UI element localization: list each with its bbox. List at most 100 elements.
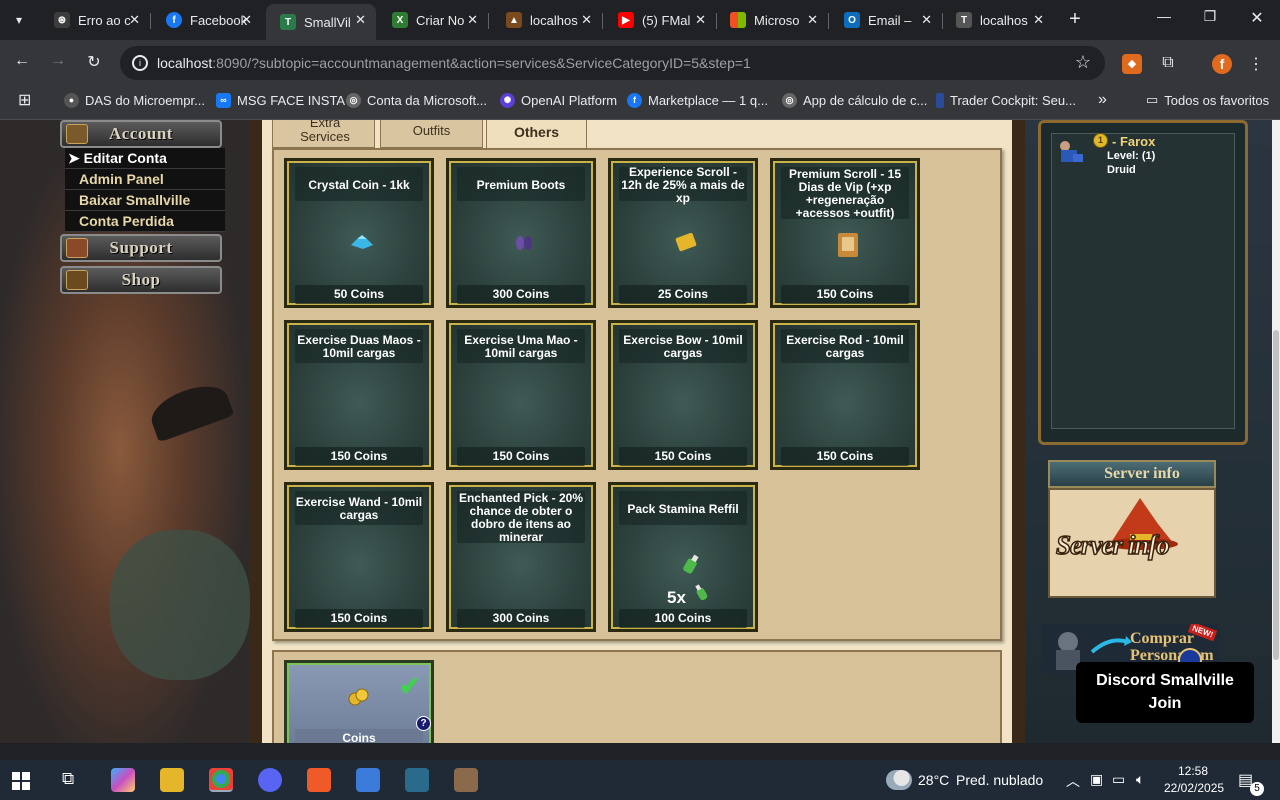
bookmark-label: Conta da Microsoft... [367, 92, 487, 108]
minimize-button[interactable]: — [1149, 8, 1179, 24]
weather-description[interactable]: Pred. nublado [956, 772, 1043, 788]
browser-tab-active[interactable]: T SmallVil ✕ [266, 4, 376, 40]
shop-items-panel: Crystal Coin - 1kk 50 Coins Premium Boot… [272, 148, 1002, 641]
discord-taskbar-icon[interactable] [258, 768, 282, 792]
close-tab-icon[interactable]: ✕ [467, 12, 478, 28]
browser-tab[interactable]: ⊛ Erro ao c ✕ [40, 4, 151, 36]
bookmark-item[interactable]: Trader Cockpit: Seu... [936, 92, 1076, 108]
tab-extra-services[interactable]: Extra Services [272, 120, 375, 148]
extensions-puzzle-icon[interactable]: ⧉ [1158, 54, 1178, 74]
menu-item-admin-panel[interactable]: Admin Panel [65, 169, 225, 190]
item-price: 25 Coins [619, 285, 747, 304]
item-price: 150 Coins [781, 285, 909, 304]
bookmark-item[interactable]: ✺ OpenAI Platform [500, 92, 617, 108]
character-name[interactable]: - Farox [1112, 134, 1155, 149]
windows-start-icon[interactable] [12, 772, 30, 790]
shop-item-card[interactable]: Exercise Duas Maos - 10mil cargas 150 Co… [284, 320, 434, 470]
file-explorer-icon[interactable] [160, 768, 184, 792]
network-icon[interactable]: ▭ [1112, 771, 1125, 788]
shop-item-card[interactable]: Enchanted Pick - 20% chance de obter o d… [446, 482, 596, 632]
server-info-box[interactable]: Server info Server info [1044, 458, 1218, 608]
close-tab-icon[interactable]: ✕ [921, 12, 932, 28]
item-name: Exercise Rod - 10mil cargas [781, 329, 909, 363]
profile-avatar[interactable]: f [1212, 54, 1232, 74]
bookmark-item[interactable]: ◎ App de cálculo de c... [782, 92, 927, 108]
browser-tab[interactable]: X Criar No ✕ [378, 4, 489, 36]
apps-grid-icon[interactable]: ⊞ [18, 92, 31, 109]
show-hidden-icons-chevron-icon[interactable]: ︿ [1066, 771, 1080, 791]
bookmark-item[interactable]: ● DAS do Microempr... [64, 92, 205, 108]
bookmark-label: MSG FACE INSTA [237, 92, 346, 108]
browser-tab[interactable]: Microso ✕ [716, 4, 829, 36]
boots-icon [516, 236, 532, 250]
forward-button[interactable]: → [47, 52, 69, 70]
game-client-icon[interactable] [454, 768, 478, 792]
back-button[interactable]: ← [11, 52, 33, 70]
discord-join-widget[interactable]: Discord Smallville Join [1076, 662, 1254, 723]
reload-button[interactable]: ↻ [83, 52, 105, 72]
shop-item-card[interactable]: Crystal Coin - 1kk 50 Coins [284, 158, 434, 308]
close-tab-icon[interactable]: ✕ [807, 12, 818, 28]
xampp-icon[interactable] [307, 768, 331, 792]
page-scrollbar-thumb[interactable] [1273, 330, 1279, 660]
bookmark-item[interactable]: ◎ Conta da Microsoft... [346, 92, 487, 108]
shop-item-card[interactable]: Premium Scroll - 15 Dias de Vip (+xp +re… [770, 158, 920, 308]
browser-menu-icon[interactable]: ⋮ [1246, 54, 1266, 74]
shop-item-card[interactable]: Pack Stamina Reffil 5x 100 Coins [608, 482, 758, 632]
tab-outfits[interactable]: Outfits [380, 120, 483, 148]
restore-button[interactable]: ❐ [1195, 8, 1225, 25]
all-bookmarks-folder[interactable]: ▭ Todos os favoritos [1146, 92, 1269, 108]
shop-item-card[interactable]: Exercise Uma Mao - 10mil cargas 150 Coin… [446, 320, 596, 470]
terminal-app-icon[interactable] [405, 768, 429, 792]
weather-temperature[interactable]: 28°C [918, 772, 949, 788]
menu-item-editar-conta[interactable]: ➤ Editar Conta [65, 148, 225, 169]
meet-now-icon[interactable]: ▣ [1090, 771, 1103, 788]
more-bookmarks-button[interactable]: » [1098, 91, 1107, 108]
close-window-button[interactable]: ✕ [1242, 8, 1272, 28]
clock-date[interactable]: 22/02/2025 [1164, 781, 1224, 795]
close-tab-icon[interactable]: ✕ [581, 12, 592, 28]
volume-icon[interactable]: 🔈︎ [1136, 771, 1144, 788]
bookmark-item[interactable]: f Marketplace — 1 q... [627, 92, 768, 108]
bookmark-item[interactable]: ∞ MSG FACE INSTA [216, 92, 345, 108]
task-view-icon[interactable]: ⧉ [62, 769, 74, 789]
new-tab-button[interactable]: + [1064, 8, 1086, 31]
address-bar[interactable]: i localhost:8090/?subtopic=accountmanage… [120, 46, 1105, 80]
meta-icon: ∞ [216, 92, 231, 108]
menu-item-baixar-smallville[interactable]: Baixar Smallville [65, 190, 225, 211]
browser-tab[interactable]: f Facebook ✕ [152, 4, 262, 36]
browser-tab[interactable]: ▶ (5) FMal ✕ [604, 4, 717, 36]
menu-header-support[interactable]: Support [60, 234, 222, 262]
shop-item-card[interactable]: Experience Scroll - 12h de 25% a mais de… [608, 158, 758, 308]
copilot-icon[interactable] [111, 768, 135, 792]
close-tab-icon[interactable]: ✕ [355, 12, 366, 28]
close-tab-icon[interactable]: ✕ [695, 12, 706, 28]
close-tab-icon[interactable]: ✕ [129, 12, 140, 28]
close-tab-icon[interactable]: ✕ [241, 12, 252, 28]
shop-item-card[interactable]: Exercise Wand - 10mil cargas 150 Coins [284, 482, 434, 632]
metamask-extension-icon[interactable]: ◆ [1122, 54, 1142, 74]
shop-item-card[interactable]: Premium Boots 300 Coins [446, 158, 596, 308]
clock-time[interactable]: 12:58 [1178, 764, 1208, 778]
browser-tab[interactable]: T localhos ✕ [942, 4, 1054, 36]
item-price: 100 Coins [619, 609, 747, 628]
premium-scroll-icon [838, 233, 858, 257]
site-info-icon[interactable]: i [132, 55, 148, 71]
shop-item-card[interactable]: Exercise Bow - 10mil cargas 150 Coins [608, 320, 758, 470]
chrome-taskbar-icon[interactable] [209, 768, 233, 792]
close-tab-icon[interactable]: ✕ [1033, 12, 1044, 28]
browser-tab[interactable]: ▲ localhos ✕ [492, 4, 603, 36]
bookmark-star-icon[interactable]: ☆ [1075, 52, 1091, 73]
tab-search-button[interactable]: ▾ [6, 8, 32, 32]
browser-tab[interactable]: O Email – ✕ [830, 4, 943, 36]
notepad-icon[interactable] [356, 768, 380, 792]
openai-icon: ✺ [500, 92, 515, 108]
menu-header-shop[interactable]: Shop [60, 266, 222, 294]
payment-option-coins[interactable]: ✔ Coins ? [284, 660, 434, 743]
tab-others[interactable]: Others [486, 120, 587, 150]
menu-item-conta-perdida[interactable]: Conta Perdida [65, 211, 225, 232]
url-text[interactable]: localhost:8090/?subtopic=accountmanageme… [157, 55, 751, 71]
menu-header-account[interactable]: Account [60, 120, 222, 148]
shop-item-card[interactable]: Exercise Rod - 10mil cargas 150 Coins [770, 320, 920, 470]
help-icon[interactable]: ? [416, 716, 431, 731]
